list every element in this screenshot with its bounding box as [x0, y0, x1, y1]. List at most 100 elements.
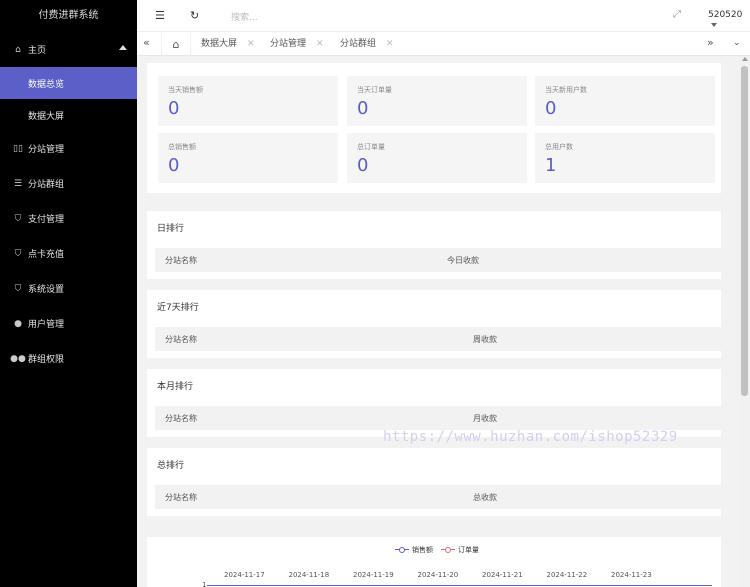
table-header: 分站名称 总收款 — [155, 485, 721, 509]
stat-value: 0 — [357, 155, 369, 176]
tab-home[interactable]: ⌂ — [161, 32, 191, 56]
x-tick-label: 2024-11-19 — [353, 571, 394, 579]
column-header: 分站名称 — [165, 335, 197, 344]
column-header: 月收款 — [473, 414, 497, 423]
sales-chart: 销售额 订单量 2024-11-17 2024-11-18 2024-11-19 202… — [147, 537, 721, 587]
user-icon: ● — [14, 318, 22, 329]
tab-bar: « ⌂ 数据大屏 ✕ 分站管理 ✕ 分站群组 ✕ » ⌄ — [137, 32, 750, 56]
column-header: 周收款 — [473, 335, 497, 344]
sidebar-item-label: 主页 — [28, 46, 47, 56]
fullscreen-icon[interactable]: ⤢ — [673, 9, 681, 20]
column-header: 总收款 — [473, 493, 497, 502]
tab-substation-groups[interactable]: 分站群组 ✕ — [340, 32, 394, 56]
x-tick-label: 2024-11-20 — [417, 571, 459, 579]
columns-icon: ▯▯ — [13, 143, 23, 154]
home-icon: ⌂ — [15, 44, 21, 55]
tab-label: 数据大屏 — [201, 39, 238, 49]
stats-card: 当天销售额 0 当天订单量 0 当天新用户数 0 总销售额 0 总订单量 0 总… — [147, 63, 721, 193]
ranking-title: 总排行 — [157, 461, 185, 471]
sidebar-item-settings[interactable]: ⛉ 系统设置 — [0, 271, 137, 306]
stat-label: 当天销售额 — [168, 86, 203, 94]
tab-scroll-left-icon[interactable]: « — [143, 36, 150, 49]
watermark-text: https://www.huzhan.com/ishop52329 — [383, 429, 678, 445]
sidebar-subitem-big-screen[interactable]: 数据大屏 — [0, 99, 137, 131]
sliders-icon: ☰ — [13, 178, 23, 189]
stat-today-orders: 当天订单量 0 — [347, 76, 527, 126]
scrollbar[interactable] — [739, 56, 750, 587]
sidebar-item-substation[interactable]: ▯▯ 分站管理 — [0, 131, 137, 166]
scroll-thumb[interactable] — [741, 66, 748, 396]
sidebar-item-label: 分站群组 — [28, 180, 65, 190]
sidebar-subitem-overview[interactable]: 数据总览 — [0, 67, 137, 99]
column-header: 今日收款 — [447, 256, 479, 265]
ranking-total: 总排行 分站名称 总收款 — [147, 448, 721, 516]
table-header: 分站名称 今日收款 — [155, 248, 721, 272]
scroll-up-icon[interactable] — [742, 57, 748, 61]
tab-label: 分站管理 — [270, 39, 307, 49]
tab-big-screen[interactable]: 数据大屏 ✕ — [201, 32, 255, 56]
legend-item[interactable]: 订单量 — [441, 545, 479, 555]
username: 520520 — [708, 10, 743, 20]
sidebar-item-payment[interactable]: ⛉ 支付管理 — [0, 201, 137, 236]
tab-label: 分站群组 — [340, 39, 377, 49]
top-header: ☰ ↻ 搜索... ⤢ 520520 — [137, 0, 750, 32]
sidebar-item-card-recharge[interactable]: ⛉ 点卡充值 — [0, 236, 137, 271]
sidebar: 付费进群系统 ⌂ 主页 数据总览 数据大屏 ▯▯ 分站管理 ☰ 分站群组 ⛉ 支… — [0, 0, 137, 587]
search-input[interactable]: 搜索... — [231, 10, 258, 23]
legend-label: 订单量 — [458, 546, 479, 554]
column-header: 分站名称 — [165, 414, 197, 423]
refresh-icon[interactable]: ↻ — [190, 9, 199, 22]
legend-marker-icon — [441, 546, 455, 554]
stat-total-users: 总用户数 1 — [535, 133, 715, 183]
x-tick-label: 2024-11-23 — [611, 571, 652, 579]
stat-value: 0 — [168, 155, 180, 176]
close-icon[interactable]: ✕ — [386, 39, 394, 49]
stat-total-orders: 总订单量 0 — [347, 133, 527, 183]
tab-scroll-right-icon[interactable]: » — [707, 36, 714, 49]
chevron-down-icon[interactable]: ⌄ — [733, 38, 741, 48]
stat-label: 当天新用户数 — [545, 86, 587, 94]
stat-value: 0 — [545, 98, 557, 119]
sidebar-item-label: 用户管理 — [28, 320, 65, 330]
sidebar-item-label: 支付管理 — [28, 215, 65, 225]
ranking-title: 本月排行 — [157, 382, 194, 392]
shield-icon: ⛉ — [14, 213, 22, 224]
legend-label: 销售额 — [412, 546, 433, 554]
column-header: 分站名称 — [165, 493, 197, 502]
x-tick-label: 2024-11-21 — [482, 571, 523, 579]
ranking-daily: 日排行 分站名称 今日收款 — [147, 211, 721, 279]
close-icon[interactable]: ✕ — [247, 39, 255, 49]
sidebar-item-label: 点卡充值 — [28, 250, 65, 260]
stat-total-sales: 总销售额 0 — [158, 133, 338, 183]
table-header: 分站名称 周收款 — [155, 327, 721, 351]
stat-value: 0 — [357, 98, 369, 119]
sidebar-item-substation-groups[interactable]: ☰ 分站群组 — [0, 166, 137, 201]
ranking-monthly: 本月排行 分站名称 月收款 — [147, 369, 721, 437]
chevron-down-icon — [711, 22, 717, 27]
sidebar-item-label: 系统设置 — [28, 285, 65, 295]
close-icon[interactable]: ✕ — [316, 39, 324, 49]
sidebar-item-label: 群组权限 — [28, 355, 65, 365]
sidebar-item-label: 分站管理 — [28, 145, 65, 155]
stat-value: 0 — [168, 98, 180, 119]
ranking-title: 近7天排行 — [157, 303, 199, 313]
y-tick-label: 1 — [202, 581, 207, 587]
menu-toggle-icon[interactable]: ☰ — [155, 9, 165, 22]
sidebar-item-home[interactable]: ⌂ 主页 — [0, 32, 137, 67]
app-brand: 付费进群系统 — [38, 10, 99, 21]
sidebar-item-group-permissions[interactable]: ●● 群组权限 — [0, 341, 137, 376]
ranking-title: 日排行 — [157, 224, 185, 234]
shield-icon: ⛉ — [14, 283, 22, 294]
shield-icon: ⛉ — [14, 248, 22, 259]
legend-item[interactable]: 销售额 — [395, 545, 433, 555]
table-header: 分站名称 月收款 — [155, 406, 721, 430]
stat-value: 1 — [545, 155, 557, 176]
stat-today-sales: 当天销售额 0 — [158, 76, 338, 126]
stat-label: 总订单量 — [357, 143, 385, 151]
tab-substation[interactable]: 分站管理 ✕ — [270, 32, 324, 56]
user-menu[interactable]: 520520 — [708, 10, 750, 30]
stat-label: 当天订单量 — [357, 86, 392, 94]
x-tick-label: 2024-11-18 — [288, 571, 330, 579]
sidebar-item-users[interactable]: ● 用户管理 — [0, 306, 137, 341]
ranking-7days: 近7天排行 分站名称 周收款 — [147, 290, 721, 358]
